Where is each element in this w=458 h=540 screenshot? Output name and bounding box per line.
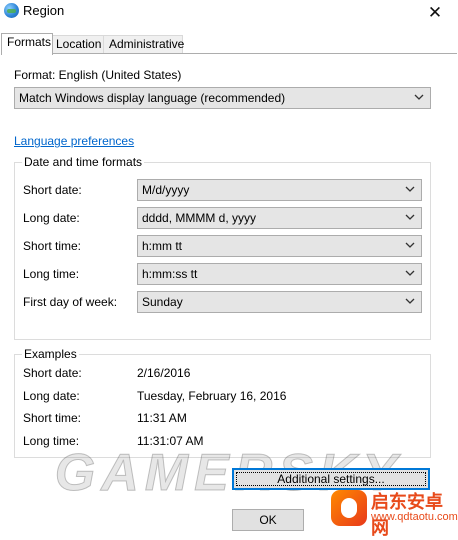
title-bar: Region ✕ — [0, 0, 458, 30]
long-date-dropdown[interactable]: dddd, MMMM d, yyyy — [137, 207, 422, 229]
short-date-dropdown[interactable]: M/d/yyyy — [137, 179, 422, 201]
short-time-label: Short time: — [23, 239, 82, 253]
example-long-date-label: Long date: — [23, 389, 80, 403]
additional-settings-button[interactable]: Additional settings... — [232, 468, 430, 490]
region-globe-icon — [4, 3, 19, 18]
ok-button[interactable]: OK — [232, 509, 304, 531]
tab-strip: Formats Location Administrative — [0, 33, 458, 55]
long-time-dropdown[interactable]: h:mm:ss tt — [137, 263, 422, 285]
long-time-value: h:mm:ss tt — [142, 267, 198, 281]
short-date-label: Short date: — [23, 183, 82, 197]
example-short-time-value: 11:31 AM — [137, 411, 187, 425]
long-date-label: Long date: — [23, 211, 80, 225]
example-long-time-value: 11:31:07 AM — [137, 434, 204, 448]
first-day-of-week-value: Sunday — [142, 295, 183, 309]
short-time-value: h:mm tt — [142, 239, 183, 253]
chevron-down-icon — [414, 94, 424, 100]
short-date-value: M/d/yyyy — [142, 183, 190, 197]
tab-administrative[interactable]: Administrative — [103, 35, 184, 54]
chevron-down-icon — [405, 298, 415, 304]
example-long-date-value: Tuesday, February 16, 2016 — [137, 389, 287, 403]
language-preferences-link[interactable]: Language preferences — [14, 134, 134, 148]
format-label: Format: English (United States) — [14, 68, 182, 82]
display-language-dropdown[interactable]: Match Windows display language (recommen… — [14, 87, 431, 109]
chevron-down-icon — [405, 214, 415, 220]
long-time-label: Long time: — [23, 267, 80, 281]
tab-formats[interactable]: Formats — [1, 33, 53, 55]
first-day-of-week-label: First day of week: — [23, 295, 118, 309]
display-language-value: Match Windows display language (recommen… — [19, 91, 286, 105]
examples-title: Examples — [22, 347, 79, 361]
chevron-down-icon — [405, 242, 415, 248]
long-date-value: dddd, MMMM d, yyyy — [142, 211, 257, 225]
example-long-time-label: Long time: — [23, 434, 80, 448]
chevron-down-icon — [405, 186, 415, 192]
example-short-time-label: Short time: — [23, 411, 82, 425]
example-short-date-label: Short date: — [23, 366, 82, 380]
tab-location[interactable]: Location — [50, 35, 108, 54]
chevron-down-icon — [405, 270, 415, 276]
date-time-formats-title: Date and time formats — [22, 155, 145, 169]
first-day-of-week-dropdown[interactable]: Sunday — [137, 291, 422, 313]
example-short-date-value: 2/16/2016 — [137, 366, 191, 380]
close-icon[interactable]: ✕ — [412, 0, 458, 28]
short-time-dropdown[interactable]: h:mm tt — [137, 235, 422, 257]
window-title: Region — [23, 3, 65, 18]
